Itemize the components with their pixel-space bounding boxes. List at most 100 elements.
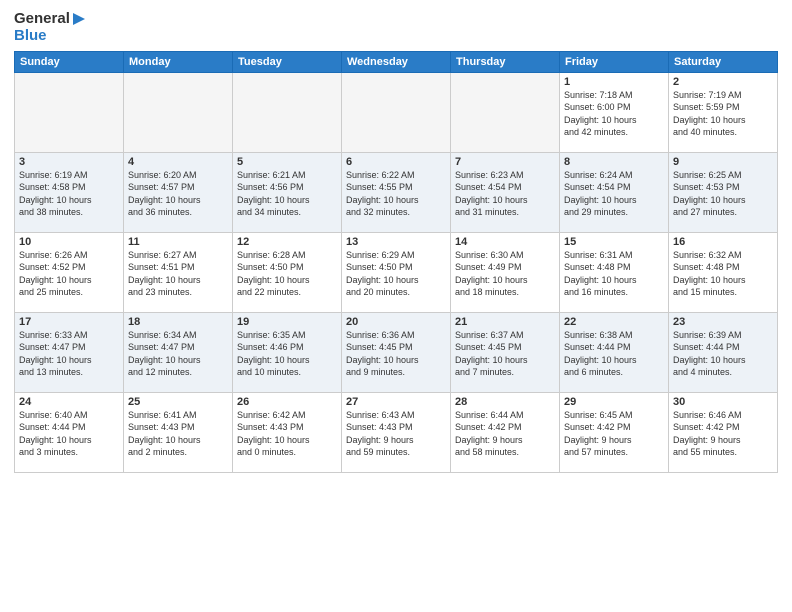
calendar-cell: 21Sunrise: 6:37 AM Sunset: 4:45 PM Dayli… — [451, 312, 560, 392]
day-number: 2 — [673, 76, 773, 88]
calendar-cell: 15Sunrise: 6:31 AM Sunset: 4:48 PM Dayli… — [560, 232, 669, 312]
day-number: 3 — [19, 156, 119, 168]
calendar-cell: 12Sunrise: 6:28 AM Sunset: 4:50 PM Dayli… — [233, 232, 342, 312]
day-number: 5 — [237, 156, 337, 168]
calendar-cell: 22Sunrise: 6:38 AM Sunset: 4:44 PM Dayli… — [560, 312, 669, 392]
calendar-cell: 25Sunrise: 6:41 AM Sunset: 4:43 PM Dayli… — [124, 392, 233, 472]
day-info: Sunrise: 6:36 AM Sunset: 4:45 PM Dayligh… — [346, 329, 446, 379]
calendar-cell: 24Sunrise: 6:40 AM Sunset: 4:44 PM Dayli… — [15, 392, 124, 472]
calendar-cell: 10Sunrise: 6:26 AM Sunset: 4:52 PM Dayli… — [15, 232, 124, 312]
day-number: 30 — [673, 396, 773, 408]
day-number: 13 — [346, 236, 446, 248]
day-number: 19 — [237, 316, 337, 328]
day-info: Sunrise: 6:40 AM Sunset: 4:44 PM Dayligh… — [19, 409, 119, 459]
page-container: General Blue Sunday Monday Tuesday Wedne… — [0, 0, 792, 479]
header-tuesday: Tuesday — [233, 51, 342, 72]
day-number: 25 — [128, 396, 228, 408]
calendar-cell — [15, 72, 124, 152]
calendar-cell: 23Sunrise: 6:39 AM Sunset: 4:44 PM Dayli… — [669, 312, 778, 392]
day-number: 28 — [455, 396, 555, 408]
day-info: Sunrise: 6:33 AM Sunset: 4:47 PM Dayligh… — [19, 329, 119, 379]
calendar-week-2: 3Sunrise: 6:19 AM Sunset: 4:58 PM Daylig… — [15, 152, 778, 232]
day-number: 8 — [564, 156, 664, 168]
day-info: Sunrise: 6:44 AM Sunset: 4:42 PM Dayligh… — [455, 409, 555, 459]
calendar-cell: 1Sunrise: 7:18 AM Sunset: 6:00 PM Daylig… — [560, 72, 669, 152]
calendar-week-1: 1Sunrise: 7:18 AM Sunset: 6:00 PM Daylig… — [15, 72, 778, 152]
day-info: Sunrise: 6:38 AM Sunset: 4:44 PM Dayligh… — [564, 329, 664, 379]
day-info: Sunrise: 6:37 AM Sunset: 4:45 PM Dayligh… — [455, 329, 555, 379]
day-info: Sunrise: 6:45 AM Sunset: 4:42 PM Dayligh… — [564, 409, 664, 459]
calendar-cell: 8Sunrise: 6:24 AM Sunset: 4:54 PM Daylig… — [560, 152, 669, 232]
calendar-cell: 6Sunrise: 6:22 AM Sunset: 4:55 PM Daylig… — [342, 152, 451, 232]
calendar-cell: 18Sunrise: 6:34 AM Sunset: 4:47 PM Dayli… — [124, 312, 233, 392]
day-info: Sunrise: 6:27 AM Sunset: 4:51 PM Dayligh… — [128, 249, 228, 299]
day-number: 21 — [455, 316, 555, 328]
day-info: Sunrise: 6:43 AM Sunset: 4:43 PM Dayligh… — [346, 409, 446, 459]
header-thursday: Thursday — [451, 51, 560, 72]
calendar-cell: 16Sunrise: 6:32 AM Sunset: 4:48 PM Dayli… — [669, 232, 778, 312]
calendar-cell — [451, 72, 560, 152]
day-number: 22 — [564, 316, 664, 328]
day-number: 23 — [673, 316, 773, 328]
day-number: 18 — [128, 316, 228, 328]
day-info: Sunrise: 6:28 AM Sunset: 4:50 PM Dayligh… — [237, 249, 337, 299]
day-number: 6 — [346, 156, 446, 168]
header: General Blue — [14, 10, 778, 45]
day-info: Sunrise: 6:42 AM Sunset: 4:43 PM Dayligh… — [237, 409, 337, 459]
day-info: Sunrise: 6:39 AM Sunset: 4:44 PM Dayligh… — [673, 329, 773, 379]
day-number: 24 — [19, 396, 119, 408]
day-info: Sunrise: 6:35 AM Sunset: 4:46 PM Dayligh… — [237, 329, 337, 379]
day-number: 14 — [455, 236, 555, 248]
calendar-cell: 30Sunrise: 6:46 AM Sunset: 4:42 PM Dayli… — [669, 392, 778, 472]
header-sunday: Sunday — [15, 51, 124, 72]
header-saturday: Saturday — [669, 51, 778, 72]
calendar-cell: 26Sunrise: 6:42 AM Sunset: 4:43 PM Dayli… — [233, 392, 342, 472]
calendar-cell: 17Sunrise: 6:33 AM Sunset: 4:47 PM Dayli… — [15, 312, 124, 392]
calendar-cell: 14Sunrise: 6:30 AM Sunset: 4:49 PM Dayli… — [451, 232, 560, 312]
calendar-cell: 13Sunrise: 6:29 AM Sunset: 4:50 PM Dayli… — [342, 232, 451, 312]
day-info: Sunrise: 6:30 AM Sunset: 4:49 PM Dayligh… — [455, 249, 555, 299]
logo: General Blue — [14, 10, 85, 45]
calendar-cell: 29Sunrise: 6:45 AM Sunset: 4:42 PM Dayli… — [560, 392, 669, 472]
calendar-cell: 27Sunrise: 6:43 AM Sunset: 4:43 PM Dayli… — [342, 392, 451, 472]
day-info: Sunrise: 6:26 AM Sunset: 4:52 PM Dayligh… — [19, 249, 119, 299]
logo-text-blue: Blue — [14, 27, 47, 44]
calendar-cell: 4Sunrise: 6:20 AM Sunset: 4:57 PM Daylig… — [124, 152, 233, 232]
day-info: Sunrise: 6:25 AM Sunset: 4:53 PM Dayligh… — [673, 169, 773, 219]
day-number: 26 — [237, 396, 337, 408]
day-info: Sunrise: 6:23 AM Sunset: 4:54 PM Dayligh… — [455, 169, 555, 219]
calendar-cell — [233, 72, 342, 152]
day-number: 15 — [564, 236, 664, 248]
calendar-cell: 9Sunrise: 6:25 AM Sunset: 4:53 PM Daylig… — [669, 152, 778, 232]
calendar-cell: 2Sunrise: 7:19 AM Sunset: 5:59 PM Daylig… — [669, 72, 778, 152]
day-number: 20 — [346, 316, 446, 328]
calendar-table: Sunday Monday Tuesday Wednesday Thursday… — [14, 51, 778, 473]
day-number: 7 — [455, 156, 555, 168]
day-info: Sunrise: 6:41 AM Sunset: 4:43 PM Dayligh… — [128, 409, 228, 459]
day-info: Sunrise: 6:24 AM Sunset: 4:54 PM Dayligh… — [564, 169, 664, 219]
calendar-cell — [342, 72, 451, 152]
day-info: Sunrise: 6:29 AM Sunset: 4:50 PM Dayligh… — [346, 249, 446, 299]
day-info: Sunrise: 6:32 AM Sunset: 4:48 PM Dayligh… — [673, 249, 773, 299]
calendar-header-row: Sunday Monday Tuesday Wednesday Thursday… — [15, 51, 778, 72]
day-info: Sunrise: 6:34 AM Sunset: 4:47 PM Dayligh… — [128, 329, 228, 379]
day-info: Sunrise: 6:19 AM Sunset: 4:58 PM Dayligh… — [19, 169, 119, 219]
calendar-cell: 28Sunrise: 6:44 AM Sunset: 4:42 PM Dayli… — [451, 392, 560, 472]
logo-text-general: General — [14, 10, 70, 27]
day-number: 16 — [673, 236, 773, 248]
calendar-cell: 7Sunrise: 6:23 AM Sunset: 4:54 PM Daylig… — [451, 152, 560, 232]
calendar-cell: 5Sunrise: 6:21 AM Sunset: 4:56 PM Daylig… — [233, 152, 342, 232]
day-info: Sunrise: 7:18 AM Sunset: 6:00 PM Dayligh… — [564, 89, 664, 139]
header-wednesday: Wednesday — [342, 51, 451, 72]
calendar-week-4: 17Sunrise: 6:33 AM Sunset: 4:47 PM Dayli… — [15, 312, 778, 392]
day-number: 12 — [237, 236, 337, 248]
day-number: 9 — [673, 156, 773, 168]
day-info: Sunrise: 6:46 AM Sunset: 4:42 PM Dayligh… — [673, 409, 773, 459]
header-friday: Friday — [560, 51, 669, 72]
day-info: Sunrise: 6:31 AM Sunset: 4:48 PM Dayligh… — [564, 249, 664, 299]
day-info: Sunrise: 6:21 AM Sunset: 4:56 PM Dayligh… — [237, 169, 337, 219]
day-number: 27 — [346, 396, 446, 408]
day-number: 1 — [564, 76, 664, 88]
logo-arrow-icon — [73, 13, 85, 25]
calendar-cell: 19Sunrise: 6:35 AM Sunset: 4:46 PM Dayli… — [233, 312, 342, 392]
